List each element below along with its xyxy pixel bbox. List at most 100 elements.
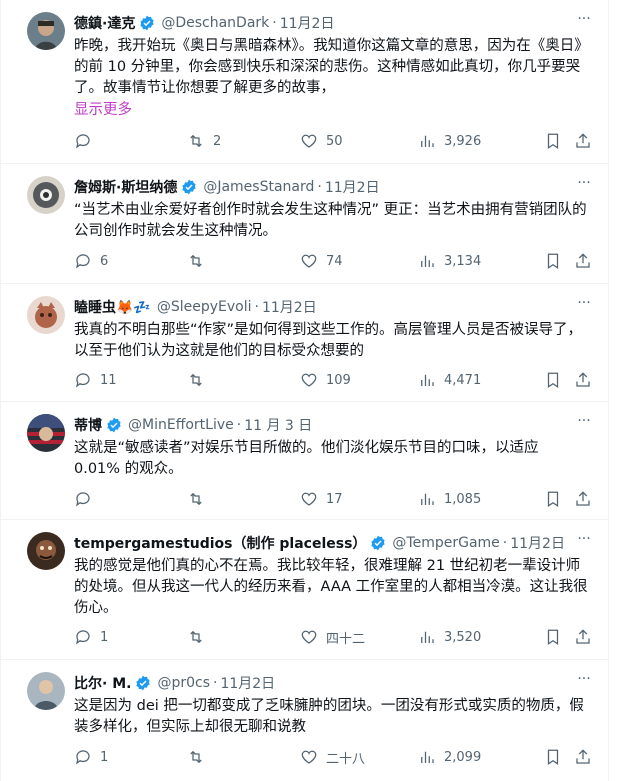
like-count: 17	[326, 491, 343, 507]
bookmark-icon	[547, 749, 559, 765]
like-button[interactable]: 17	[300, 488, 343, 510]
tweet-tempergame[interactable]: tempergamestudios（制作 placeless） @TemperG…	[1, 520, 608, 660]
separator-dot: ·	[317, 179, 322, 195]
timestamp[interactable]: 11月2日	[325, 177, 380, 197]
tweet-sleepyevoli[interactable]: 瞌睡虫🦊💤 @SleepyEvoli · 11月2日 ··· 我真的不明白那些“…	[1, 284, 608, 402]
timeline: 德鎮·達克 @DeschanDark · 11月2日 ··· 昨晚，我开始玩《奥…	[0, 0, 639, 781]
user-handle[interactable]: @TemperGame	[392, 535, 499, 551]
tweet-deschan[interactable]: 德鎮·達克 @DeschanDark · 11月2日 ··· 昨晚，我开始玩《奥…	[1, 0, 608, 164]
retweet-button[interactable]	[187, 250, 213, 272]
share-button[interactable]	[574, 488, 592, 510]
bookmark-button[interactable]	[544, 626, 562, 648]
tweet-actions: 6 74 3,134	[74, 250, 590, 272]
user-handle[interactable]: @SleepyEvoli	[157, 299, 252, 315]
views-button[interactable]: 1,085	[418, 488, 481, 510]
share-button[interactable]	[574, 746, 592, 768]
avatar[interactable]	[27, 414, 65, 452]
reply-button[interactable]	[74, 130, 100, 152]
view-count: 3,926	[444, 133, 482, 149]
separator-dot: ·	[213, 675, 218, 691]
more-options-icon[interactable]: ···	[574, 296, 594, 316]
tweet-jamesstanard[interactable]: 詹姆斯·斯坦纳德 @JamesStanard · 11月2日 ··· “当艺术由…	[1, 164, 608, 284]
bookmark-icon	[547, 133, 559, 149]
display-name[interactable]: 蒂博	[74, 415, 102, 435]
reply-count: 1	[100, 629, 109, 645]
like-button[interactable]: 74	[300, 250, 343, 272]
tweet-actions: 11 109 4,471	[74, 369, 590, 391]
show-more-link[interactable]: 显示更多	[74, 98, 132, 119]
share-icon	[576, 491, 590, 506]
user-handle[interactable]: @pr0cs	[157, 675, 210, 691]
like-button[interactable]: 109	[300, 369, 351, 391]
share-button[interactable]	[574, 250, 592, 272]
bookmark-button[interactable]	[544, 369, 562, 391]
tweet-pr0cs[interactable]: 比尔· M. @pr0cs · 11月2日 ··· 这是因为 dei 把一切都变…	[1, 660, 608, 781]
views-button[interactable]: 3,926	[418, 130, 481, 152]
tweet-actions: 17 1,085	[74, 488, 590, 510]
reply-button[interactable]: 1	[74, 626, 108, 648]
like-button[interactable]: 二十八	[300, 746, 365, 768]
retweet-button[interactable]	[187, 369, 213, 391]
heart-icon	[301, 630, 317, 644]
bookmark-button[interactable]	[544, 746, 562, 768]
like-button[interactable]: 四十二	[300, 626, 365, 648]
retweet-button[interactable]	[187, 488, 213, 510]
views-button[interactable]: 3,520	[418, 626, 481, 648]
tweet-header: 蒂博 @MinEffortLive · 11 月 3 日	[74, 414, 600, 436]
avatar[interactable]	[27, 532, 65, 570]
tweet-header: 德鎮·達克 @DeschanDark · 11月2日	[74, 12, 600, 34]
avatar[interactable]	[27, 296, 65, 334]
bookmark-button[interactable]	[544, 250, 562, 272]
more-options-icon[interactable]: ···	[574, 176, 594, 196]
reply-button[interactable]: 6	[74, 250, 108, 272]
avatar[interactable]	[27, 672, 65, 710]
reply-button[interactable]	[74, 488, 100, 510]
more-options-icon[interactable]: ···	[574, 532, 594, 552]
tweet-header: tempergamestudios（制作 placeless） @TemperG…	[74, 532, 600, 554]
share-icon	[576, 629, 590, 644]
display-name[interactable]: 瞌睡虫🦊💤	[74, 297, 151, 317]
avatar[interactable]	[27, 176, 65, 214]
views-button[interactable]: 4,471	[418, 369, 481, 391]
verified-badge-icon	[182, 179, 196, 195]
retweet-button[interactable]	[187, 746, 213, 768]
reply-button[interactable]: 11	[74, 369, 117, 391]
retweet-icon	[190, 254, 202, 268]
reply-icon	[76, 373, 90, 388]
reply-count: 1	[100, 749, 109, 765]
more-options-icon[interactable]: ···	[574, 414, 594, 434]
retweet-icon	[190, 750, 202, 764]
display-name[interactable]: tempergamestudios（制作 placeless）	[74, 533, 366, 553]
timestamp[interactable]: 11月2日	[510, 533, 565, 553]
reply-icon	[76, 750, 90, 765]
share-button[interactable]	[574, 626, 592, 648]
more-options-icon[interactable]: ···	[574, 12, 594, 32]
retweet-button[interactable]	[187, 626, 213, 648]
views-button[interactable]: 2,099	[418, 746, 481, 768]
bookmark-button[interactable]	[544, 488, 562, 510]
display-name[interactable]: 比尔· M.	[74, 673, 131, 693]
bookmark-button[interactable]	[544, 130, 562, 152]
user-handle[interactable]: @JamesStanard	[203, 179, 314, 195]
reply-button[interactable]: 1	[74, 746, 108, 768]
timestamp[interactable]: 11月2日	[280, 13, 335, 33]
user-handle[interactable]: @DeschanDark	[161, 15, 269, 31]
views-button[interactable]: 3,134	[418, 250, 481, 272]
like-button[interactable]: 50	[300, 130, 343, 152]
tweet-text: 我的感觉是他们真的心不在焉。我比较年轻，很难理解 21 世纪初老一辈设计师的处境…	[74, 558, 588, 616]
user-handle[interactable]: @MinEffortLive	[128, 417, 234, 433]
timestamp[interactable]: 11 月 3 日	[244, 415, 312, 435]
reply-count: 11	[100, 372, 117, 388]
display-name[interactable]: 德鎮·達克	[74, 13, 135, 33]
timestamp[interactable]: 11月2日	[262, 297, 317, 317]
analytics-icon	[421, 135, 434, 147]
retweet-button[interactable]: 2	[187, 130, 221, 152]
share-button[interactable]	[574, 369, 592, 391]
share-button[interactable]	[574, 130, 592, 152]
avatar[interactable]	[27, 12, 65, 50]
heart-icon	[301, 254, 317, 268]
display-name[interactable]: 詹姆斯·斯坦纳德	[74, 177, 177, 197]
more-options-icon[interactable]: ···	[574, 672, 594, 692]
timestamp[interactable]: 11月2日	[220, 673, 275, 693]
tweet-mineffortlive[interactable]: 蒂博 @MinEffortLive · 11 月 3 日 ··· 这就是“敏感读…	[1, 402, 608, 520]
